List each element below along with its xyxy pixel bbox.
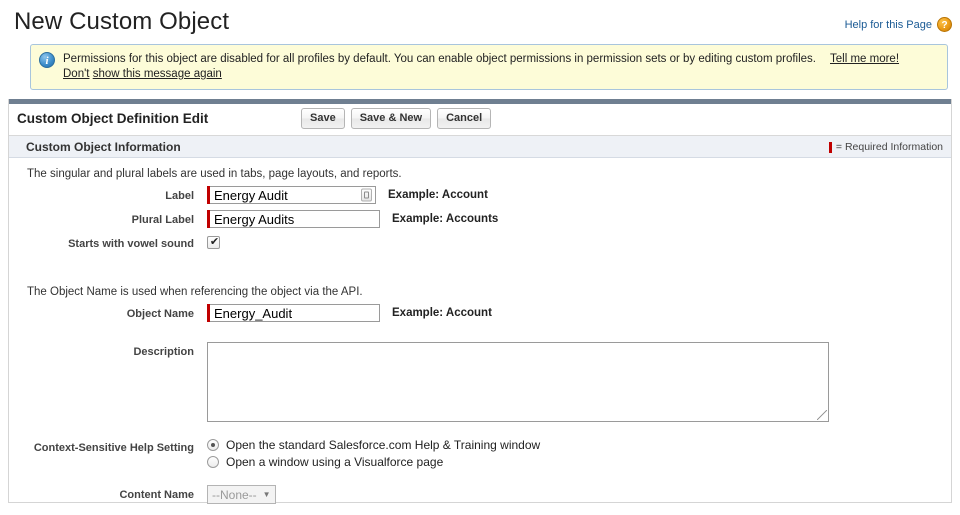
permissions-info-banner: i Permissions for this object are disabl… — [30, 44, 948, 90]
main-panel: Custom Object Definition Edit Save Save … — [8, 99, 952, 504]
label-example-text: Example: Account — [388, 189, 488, 201]
help-setting-field-control: Open the standard Salesforce.com Help & … — [207, 438, 540, 469]
section-header: Custom Object Information = Required Inf… — [9, 136, 951, 158]
info-banner-row: i Permissions for this object are disabl… — [0, 44, 960, 90]
dont-show-message-link-part2[interactable]: show this message again — [93, 68, 222, 80]
radio-visualforce-page[interactable] — [207, 456, 219, 468]
object-name-field-control: Example: Account — [207, 304, 492, 322]
radio-visualforce-page-label: Open a window using a Visualforce page — [226, 455, 444, 469]
dont-show-message-link-part1[interactable]: Don't — [63, 68, 90, 80]
plural-label-input[interactable] — [210, 210, 380, 228]
radio-standard-help[interactable] — [207, 439, 219, 451]
banner-text: Permissions for this object are disabled… — [63, 51, 939, 82]
save-and-new-button[interactable]: Save & New — [350, 108, 432, 129]
content-name-field-control: --None-- ▼ — [207, 485, 276, 504]
help-for-this-page[interactable]: Help for this Page ? — [845, 17, 952, 32]
object-name-field-label: Object Name — [126, 308, 194, 320]
starts-with-vowel-checkbox[interactable] — [207, 235, 221, 250]
help-setting-field-row: Context-Sensitive Help Setting Open the … — [9, 438, 951, 469]
save-button[interactable]: Save — [301, 108, 345, 129]
help-question-icon[interactable]: ? — [937, 17, 952, 32]
content-name-select-value: --None-- — [212, 487, 257, 502]
object-name-example-text: Example: Account — [392, 307, 492, 319]
required-information-legend: = Required Information — [828, 141, 943, 153]
custom-object-form: The singular and plural labels are used … — [9, 158, 951, 504]
help-setting-field-label: Context-Sensitive Help Setting — [33, 442, 194, 454]
vowel-sound-field-control — [207, 234, 221, 250]
object-name-input[interactable] — [210, 304, 380, 322]
objectname-helper-text: The Object Name is used when referencing… — [27, 286, 363, 298]
content-name-field-label: Content Name — [119, 489, 194, 501]
plural-label-example-text: Example: Accounts — [392, 213, 499, 225]
plural-label-field-row: Plural Label Example: Accounts — [9, 210, 951, 228]
label-field-label: Label — [165, 190, 194, 202]
vowel-sound-field-label: Starts with vowel sound — [68, 238, 194, 250]
description-field-row: Description — [9, 342, 951, 422]
input-spinner-icon[interactable] — [361, 188, 372, 202]
plural-label-field-label: Plural Label — [131, 214, 194, 226]
info-circle-icon: i — [39, 52, 55, 68]
edit-toolbar: Custom Object Definition Edit Save Save … — [9, 104, 951, 136]
help-setting-radio-group: Open the standard Salesforce.com Help & … — [207, 438, 540, 469]
label-field-row: Label Example: Account — [9, 186, 951, 204]
banner-message: Permissions for this object are disabled… — [63, 53, 816, 65]
required-marker-icon — [828, 141, 832, 153]
cancel-button[interactable]: Cancel — [437, 108, 492, 129]
toolbar-title: Custom Object Definition Edit — [17, 111, 209, 126]
plural-label-field-control: Example: Accounts — [207, 210, 498, 228]
page-title: New Custom Object — [14, 8, 230, 35]
help-for-this-page-link[interactable]: Help for this Page — [845, 19, 932, 31]
label-input[interactable] — [210, 186, 376, 204]
content-name-field-row: Content Name --None-- ▼ — [9, 485, 951, 504]
vowel-sound-field-row: Starts with vowel sound — [9, 234, 951, 250]
required-legend-text: = Required Information — [835, 141, 943, 153]
label-field-control: Example: Account — [207, 186, 488, 204]
chevron-down-icon: ▼ — [262, 490, 271, 499]
radio-standard-help-label: Open the standard Salesforce.com Help & … — [226, 438, 541, 452]
section-title: Custom Object Information — [26, 140, 181, 154]
page-header: New Custom Object Help for this Page ? — [0, 0, 960, 44]
object-name-field-row: Object Name Example: Account — [9, 304, 951, 322]
description-textarea[interactable] — [207, 342, 829, 422]
resize-handle-icon[interactable] — [817, 410, 827, 420]
labels-helper-text: The singular and plural labels are used … — [27, 168, 402, 180]
help-setting-option-standard[interactable]: Open the standard Salesforce.com Help & … — [207, 438, 540, 452]
tell-me-more-link[interactable]: Tell me more! — [830, 53, 899, 65]
toolbar-buttons: Save Save & New Cancel — [301, 108, 492, 129]
description-field-label: Description — [133, 346, 194, 358]
content-name-select[interactable]: --None-- ▼ — [207, 485, 276, 504]
description-field-control — [207, 342, 829, 422]
help-setting-option-visualforce[interactable]: Open a window using a Visualforce page — [207, 455, 540, 469]
